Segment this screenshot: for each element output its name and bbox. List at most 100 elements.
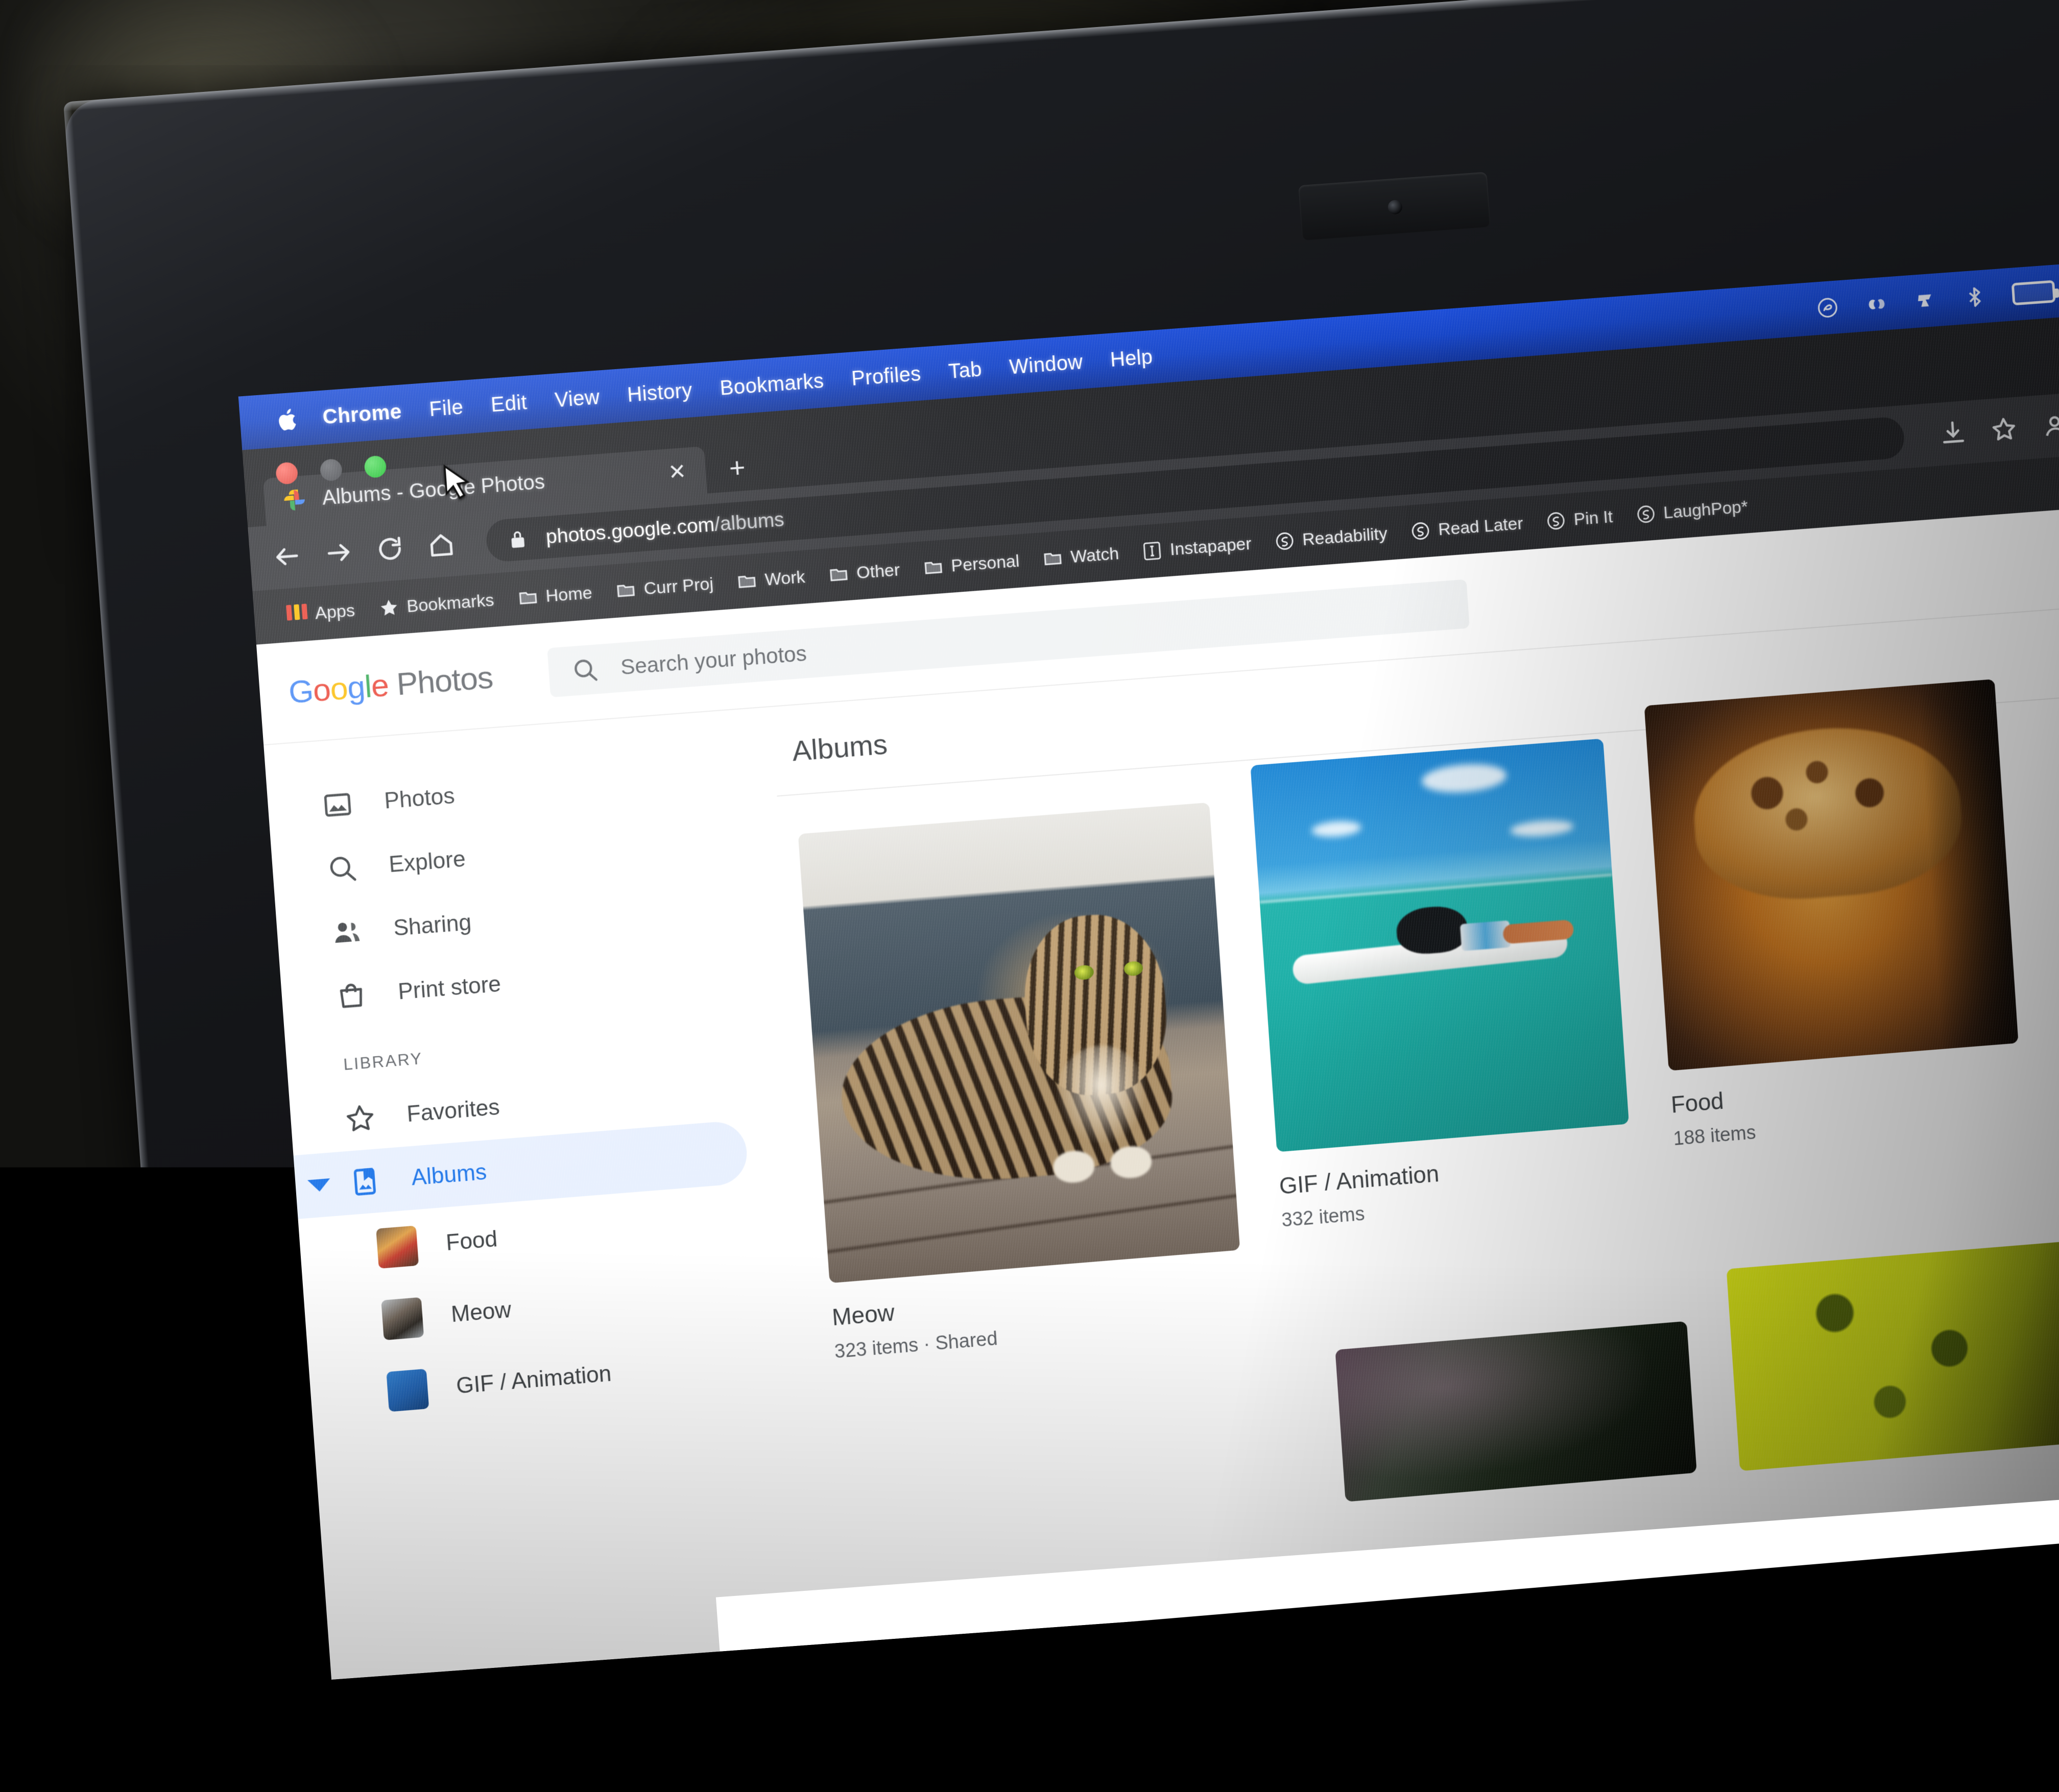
close-window-button[interactable] bbox=[275, 462, 298, 485]
albums-main-panel: Albums bbox=[745, 582, 2059, 1648]
minimize-window-button[interactable] bbox=[320, 458, 343, 481]
star-icon[interactable] bbox=[1989, 414, 2019, 445]
sidebar-item-label: Explore bbox=[388, 846, 466, 878]
url-host: photos.google.com bbox=[545, 514, 715, 548]
album-thumbnail bbox=[386, 1369, 429, 1412]
webex-icon[interactable] bbox=[1864, 292, 1889, 317]
search-icon bbox=[325, 852, 360, 886]
home-icon[interactable] bbox=[426, 529, 457, 561]
folder-icon bbox=[1042, 547, 1064, 569]
laptop: Chrome File Edit View History Bookmarks … bbox=[0, 0, 2059, 1792]
back-arrow-icon[interactable] bbox=[272, 541, 303, 572]
menu-item-chrome[interactable]: Chrome bbox=[322, 400, 402, 429]
google-photos-logo[interactable]: Google Photos bbox=[288, 659, 494, 710]
palm-trees-photo bbox=[1335, 1321, 1696, 1502]
photos-body: Photos Explore Sha bbox=[264, 607, 2059, 1680]
bookmark-label: Instapaper bbox=[1169, 534, 1252, 560]
instapaper-icon bbox=[1141, 540, 1163, 562]
menu-item-file[interactable]: File bbox=[428, 396, 464, 421]
download-icon[interactable] bbox=[1938, 418, 1968, 449]
people-icon bbox=[330, 915, 364, 949]
album-card-partial[interactable] bbox=[1727, 1241, 2059, 1474]
surfer-photo bbox=[1250, 739, 1629, 1152]
bookmark-other[interactable]: Other bbox=[816, 559, 912, 586]
bookmark-watch[interactable]: Watch bbox=[1031, 542, 1132, 570]
search-icon bbox=[570, 655, 600, 685]
album-thumbnail bbox=[381, 1297, 424, 1340]
bookmark-curr-proj[interactable]: Curr Proj bbox=[603, 572, 726, 602]
url-text: photos.google.com/albums bbox=[545, 508, 785, 549]
menu-item-history[interactable]: History bbox=[627, 379, 693, 407]
menu-item-edit[interactable]: Edit bbox=[490, 391, 528, 417]
bookmark-label: Other bbox=[856, 560, 901, 583]
bookmark-laughpop[interactable]: LaughPop* bbox=[1623, 496, 1760, 526]
chevron-down-icon[interactable] bbox=[307, 1178, 331, 1193]
bookmark-label: Personal bbox=[950, 551, 1020, 576]
album-cover-image bbox=[1644, 679, 2019, 1071]
shopping-bag-icon bbox=[334, 979, 369, 1013]
forward-arrow-icon[interactable] bbox=[323, 537, 354, 568]
bookmark-apps[interactable]: Apps bbox=[274, 599, 368, 627]
bookmark-instapaper[interactable]: Instapaper bbox=[1130, 532, 1263, 563]
bookmark-readability[interactable]: Readability bbox=[1262, 522, 1400, 553]
menu-item-help[interactable]: Help bbox=[1109, 346, 1153, 372]
album-cover-image bbox=[1727, 1241, 2059, 1471]
album-card-food[interactable]: Food 188 items bbox=[1644, 679, 2024, 1150]
bookmark-home[interactable]: Home bbox=[505, 582, 605, 610]
zoom-window-button[interactable] bbox=[364, 455, 387, 478]
logo-product-name: Photos bbox=[395, 659, 494, 702]
albums-icon bbox=[348, 1165, 382, 1199]
new-tab-button[interactable]: + bbox=[728, 454, 746, 483]
readability-icon bbox=[1274, 530, 1296, 552]
apple-icon[interactable] bbox=[275, 405, 301, 434]
menu-item-window[interactable]: Window bbox=[1009, 350, 1084, 379]
folder-icon bbox=[615, 579, 637, 601]
sidebar-item-label: Photos bbox=[384, 783, 456, 814]
bookmark-pin-it[interactable]: Pin It bbox=[1534, 505, 1625, 532]
bookmark-personal[interactable]: Personal bbox=[911, 550, 1032, 579]
creative-cloud-icon[interactable] bbox=[1815, 295, 1840, 320]
close-icon[interactable]: ✕ bbox=[663, 460, 691, 483]
sidebar-item-label: Sharing bbox=[393, 910, 472, 941]
profile-icon[interactable] bbox=[2040, 410, 2059, 441]
bookmark-label: Work bbox=[764, 567, 805, 590]
tabby-cat-photo bbox=[798, 803, 1240, 1284]
menu-item-profiles[interactable]: Profiles bbox=[851, 362, 922, 390]
bookmark-label: Curr Proj bbox=[643, 574, 714, 599]
album-card-gif-animation[interactable]: GIF / Animation 332 items bbox=[1250, 739, 1634, 1232]
album-card-meow[interactable]: Meow 323 items · Shared bbox=[798, 803, 1246, 1363]
bookmark-work[interactable]: Work bbox=[725, 566, 818, 593]
bookmark-label: Watch bbox=[1070, 544, 1119, 567]
menu-item-view[interactable]: View bbox=[554, 385, 601, 412]
bookmark-read-later[interactable]: Read Later bbox=[1398, 512, 1535, 543]
star-icon bbox=[378, 597, 400, 619]
battery-icon[interactable] bbox=[2012, 280, 2056, 306]
sidebar-album-label: GIF / Animation bbox=[456, 1361, 612, 1399]
reload-icon[interactable] bbox=[374, 534, 405, 565]
readability-icon bbox=[1410, 520, 1431, 542]
sidebar: Photos Explore Sha bbox=[264, 709, 811, 1680]
bookmark-bookmarks[interactable]: Bookmarks bbox=[366, 589, 507, 620]
album-card-partial[interactable] bbox=[1335, 1321, 1697, 1507]
album-cover-image bbox=[1250, 739, 1629, 1152]
album-thumbnail bbox=[376, 1225, 419, 1268]
bookmark-label: Read Later bbox=[1438, 514, 1524, 540]
album-cover-image bbox=[1335, 1321, 1696, 1502]
mouse-cursor bbox=[441, 462, 474, 504]
bluetooth-icon[interactable] bbox=[1962, 284, 1987, 309]
menu-item-bookmarks[interactable]: Bookmarks bbox=[719, 369, 825, 400]
yellow-foliage-photo bbox=[1727, 1241, 2059, 1471]
sidebar-item-label: Albums bbox=[411, 1159, 488, 1191]
laptop-screen: Chrome File Edit View History Bookmarks … bbox=[238, 263, 2059, 1680]
bookmark-label: Bookmarks bbox=[406, 590, 495, 617]
folder-icon bbox=[517, 587, 539, 609]
search-placeholder: Search your photos bbox=[620, 641, 807, 680]
readability-icon bbox=[1635, 503, 1657, 525]
bookmark-label: Pin It bbox=[1573, 507, 1614, 530]
app-icon[interactable] bbox=[1913, 288, 1938, 313]
bookmark-label: Home bbox=[545, 583, 593, 606]
sidebar-item-label: Favorites bbox=[406, 1095, 500, 1127]
bookmark-label: Apps bbox=[315, 600, 356, 623]
menu-item-tab[interactable]: Tab bbox=[948, 358, 983, 383]
star-outline-icon bbox=[343, 1101, 377, 1135]
